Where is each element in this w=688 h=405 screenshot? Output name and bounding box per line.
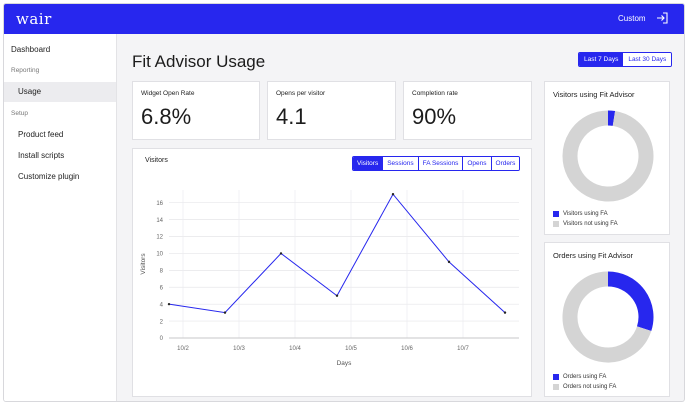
y-tick-label: 8 <box>160 269 164 275</box>
range-last-7-days-button[interactable]: Last 7 Days <box>579 53 624 66</box>
stat-label: Opens per visitor <box>276 90 326 97</box>
stat-card-completion-rate: Completion rate 90% <box>403 81 532 140</box>
orders-donut-card: Orders using Fit Advisor Orders using FA… <box>544 242 670 397</box>
stat-value: 4.1 <box>276 104 307 129</box>
data-point[interactable] <box>279 252 283 255</box>
data-point[interactable] <box>223 311 227 314</box>
x-tick-label: 10/7 <box>457 346 469 352</box>
donut-title: Visitors using Fit Advisor <box>553 90 635 99</box>
y-tick-label: 6 <box>160 285 164 291</box>
sidebar-section-setup: Setup <box>11 110 28 117</box>
y-tick-label: 14 <box>156 218 163 224</box>
stat-label: Completion rate <box>412 90 458 97</box>
x-tick-label: 10/2 <box>177 346 189 352</box>
legend-label: Orders using FA <box>563 374 607 380</box>
donut-slice[interactable] <box>562 110 654 202</box>
data-point[interactable] <box>391 193 395 196</box>
legend-swatch <box>553 374 559 380</box>
legend-label: Visitors using FA <box>563 211 608 217</box>
x-tick-label: 10/6 <box>401 346 413 352</box>
tab-fa-sessions[interactable]: FA Sessions <box>417 157 463 170</box>
stat-value: 6.8% <box>141 104 192 129</box>
data-point[interactable] <box>167 302 171 306</box>
data-point[interactable] <box>503 311 507 314</box>
tab-orders[interactable]: Orders <box>490 157 520 170</box>
donut-title: Orders using Fit Advisor <box>553 251 634 260</box>
stat-card-widget-open-rate: Widget Open Rate 6.8% <box>132 81 260 140</box>
x-axis-label: Days <box>337 360 353 367</box>
tab-opens[interactable]: Opens <box>462 157 491 170</box>
data-point[interactable] <box>335 294 339 297</box>
logo[interactable]: wair <box>16 10 52 28</box>
visitors-chart-card: Visitors Visitors Sessions FA Sessions O… <box>132 148 532 397</box>
legend-item: Visitors not using FA <box>553 221 618 227</box>
custom-link[interactable]: Custom <box>618 14 646 23</box>
x-tick-label: 10/4 <box>289 346 301 352</box>
legend-swatch <box>553 384 559 390</box>
sign-out-icon[interactable] <box>656 12 668 24</box>
y-tick-label: 10 <box>156 252 163 258</box>
x-tick-label: 10/3 <box>233 346 245 352</box>
tab-sessions[interactable]: Sessions <box>382 157 418 170</box>
stat-label: Widget Open Rate <box>141 90 195 97</box>
range-last-30-days-button[interactable]: Last 30 Days <box>623 53 672 66</box>
legend-item: Orders using FA <box>553 374 606 380</box>
y-tick-label: 4 <box>160 302 164 308</box>
y-tick-label: 0 <box>160 336 164 342</box>
legend-item: Orders not using FA <box>553 384 616 390</box>
orders-donut-chart <box>562 271 654 363</box>
sidebar-item-customize-plugin[interactable]: Customize plugin <box>4 167 116 187</box>
sidebar-item-install-scripts[interactable]: Install scripts <box>4 146 116 166</box>
donut-slice[interactable] <box>607 271 654 332</box>
chart-card-title: Visitors <box>145 157 168 164</box>
stat-value: 90% <box>412 104 457 129</box>
sidebar-item-usage[interactable]: Usage <box>4 82 116 102</box>
sidebar-section-reporting: Reporting <box>11 67 40 74</box>
metric-tabs: Visitors Sessions FA Sessions Opens Orde… <box>352 156 521 171</box>
legend-item: Visitors using FA <box>553 211 608 217</box>
date-range-toggle: Last 7 Days Last 30 Days <box>578 52 673 67</box>
legend-label: Orders not using FA <box>563 384 617 390</box>
sidebar: Dashboard Reporting Usage Setup Product … <box>4 34 117 401</box>
y-tick-label: 16 <box>156 201 163 207</box>
stat-card-opens-per-visitor: Opens per visitor 4.1 <box>267 81 396 140</box>
sidebar-item-product-feed[interactable]: Product feed <box>4 125 116 145</box>
sidebar-item-dashboard[interactable]: Dashboard <box>4 40 116 60</box>
legend-label: Visitors not using FA <box>563 221 618 227</box>
x-tick-label: 10/5 <box>345 346 357 352</box>
visitors-donut-card: Visitors using Fit Advisor Visitors usin… <box>544 81 670 235</box>
legend-swatch <box>553 221 559 227</box>
y-tick-label: 12 <box>156 235 163 241</box>
legend-swatch <box>553 211 559 217</box>
app-window: wair Custom Dashboard Reporting Usage Se… <box>4 4 684 401</box>
data-point[interactable] <box>447 260 451 264</box>
y-axis-label: Visitors <box>140 253 147 275</box>
page-title: Fit Advisor Usage <box>132 52 266 71</box>
visitors-line-chart: 0 2 4 6 8 10 12 14 16 10/2 10/3 10/4 10/5 10/6 10/7 Day… <box>140 190 519 367</box>
y-tick-label: 2 <box>160 319 164 325</box>
visitors-donut-chart <box>562 110 654 202</box>
tab-visitors[interactable]: Visitors <box>353 157 383 170</box>
top-bar: wair Custom <box>4 4 684 34</box>
